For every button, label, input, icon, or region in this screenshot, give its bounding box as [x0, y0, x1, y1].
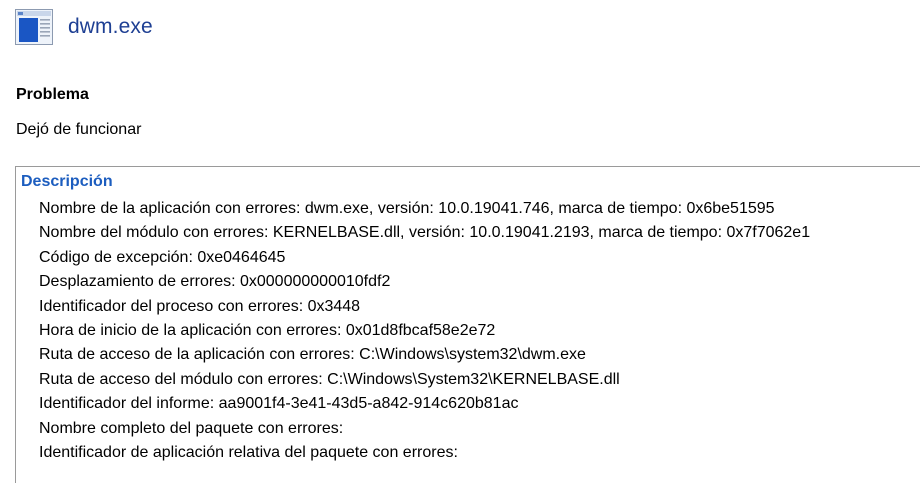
description-line: Nombre completo del paquete con errores: — [39, 419, 344, 437]
description-line: Nombre de la aplicación con errores: dwm… — [39, 200, 775, 217]
app-title: dwm.exe — [68, 15, 153, 38]
description-line: Identificador del proceso con errores: 0… — [39, 297, 361, 315]
description-heading: Descripción — [21, 173, 113, 190]
description-line: Identificador del informe: aa9001f4-3e41… — [39, 395, 519, 413]
description-box: Descripción Nombre de la aplicación con … — [15, 166, 920, 483]
app-header: dwm.exe — [15, 9, 153, 45]
description-line: Ruta de acceso de la aplicación con erro… — [39, 346, 586, 364]
description-line: Código de excepción: 0xe0464645 — [39, 248, 286, 266]
application-window-icon — [15, 9, 53, 45]
description-line: Identificador de aplicación relativa del… — [39, 444, 458, 462]
description-line: Nombre del módulo con errores: KERNELBAS… — [39, 224, 811, 242]
problem-value: Dejó de funcionar — [16, 121, 142, 138]
description-line: Desplazamiento de errores: 0x00000000001… — [39, 273, 391, 291]
problem-heading: Problema — [16, 86, 89, 103]
description-line: Ruta de acceso del módulo con errores: C… — [39, 370, 620, 388]
description-list: Nombre de la aplicación con errores: dwm… — [39, 197, 810, 465]
description-line: Hora de inicio de la aplicación con erro… — [39, 322, 496, 340]
problem-report-page: dwm.exe Problema Dejó de funcionar Descr… — [0, 0, 920, 483]
